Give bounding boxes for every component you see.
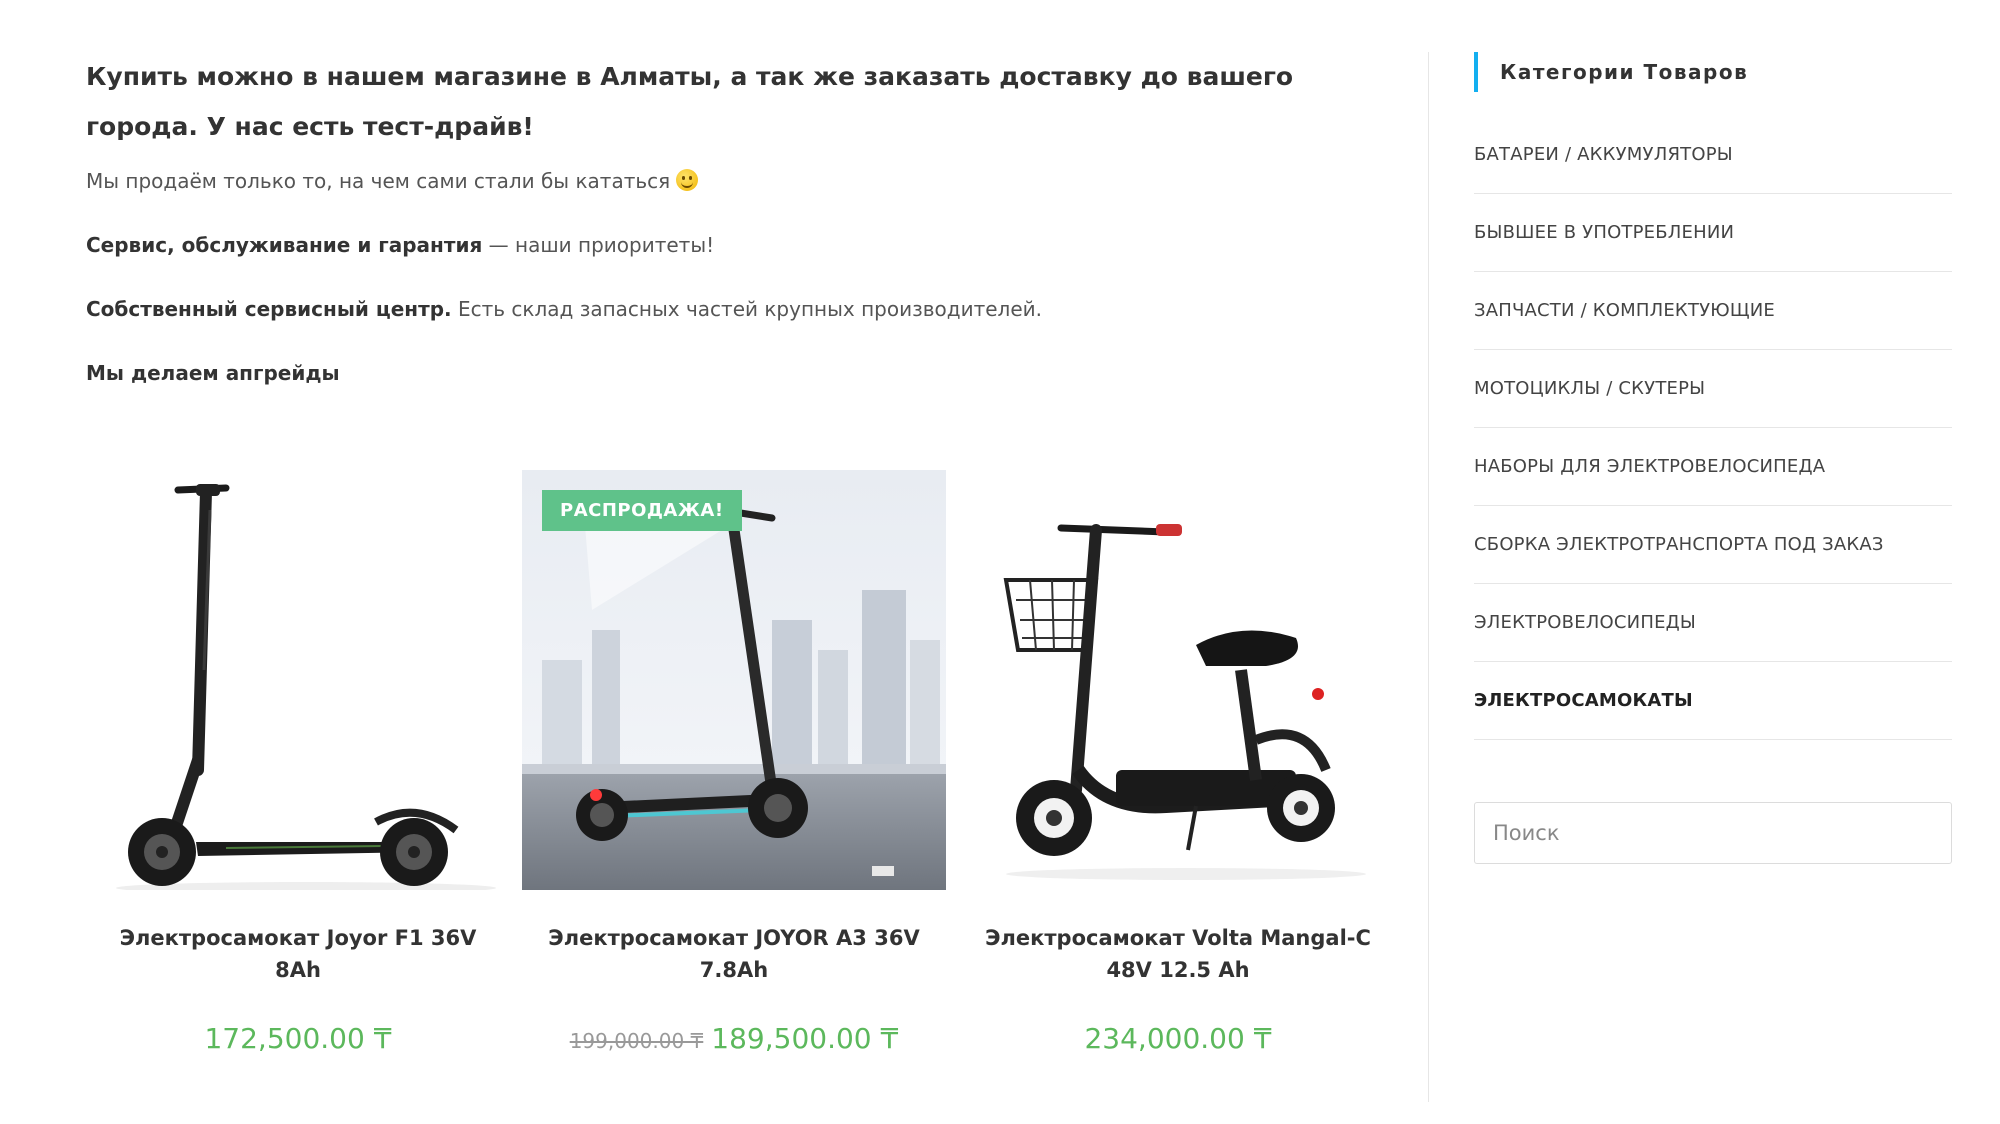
category-item-motorcycles[interactable]: МОТОЦИКЛЫ / СКУТЕРЫ (1474, 350, 1952, 428)
search-input[interactable] (1474, 802, 1952, 864)
product-card[interactable]: Электросамокат Volta Mangal-C 48V 12.5 A… (966, 470, 1390, 1055)
product-image-joyor-a3[interactable]: РАСПРОДАЖА! (522, 470, 946, 890)
intro-line-3: Собственный сервисный центр. Есть склад … (86, 296, 1386, 322)
category-item-ebikes[interactable]: ЭЛЕКТРОВЕЛОСИПЕДЫ (1474, 584, 1952, 662)
intro-line-2: Сервис, обслуживание и гарантия — наши п… (86, 232, 1386, 258)
old-price: 199,000.00 ₸ (569, 1029, 704, 1053)
category-item-used[interactable]: БЫВШЕЕ В УПОТРЕБЛЕНИИ (1474, 194, 1952, 272)
product-card[interactable]: РАСПРОДАЖА! Электросамокат JOYOR A3 36V … (522, 470, 946, 1055)
sidebar-title: Категории Товаров (1474, 52, 1952, 92)
product-title[interactable]: Электросамокат JOYOR A3 36V 7.8Ah (522, 922, 946, 986)
intro-line-3-bold: Собственный сервисный центр. (86, 297, 452, 321)
main-content: Купить можно в нашем магазине в Алматы, … (86, 52, 1386, 424)
intro-line-2-text: — наши приоритеты! (482, 233, 715, 257)
product-price: 234,000.00 ₸ (966, 1022, 1390, 1055)
product-image-joyor-f1[interactable] (86, 470, 510, 890)
sidebar: Категории Товаров БАТАРЕИ / АККУМУЛЯТОРЫ… (1474, 52, 1952, 864)
product-price: 172,500.00 ₸ (86, 1022, 510, 1055)
product-title[interactable]: Электросамокат Joyor F1 36V 8Ah (86, 922, 510, 986)
intro-line-4-bold: Мы делаем апгрейды (86, 361, 340, 385)
category-item-custom-build[interactable]: СБОРКА ЭЛЕКТРОТРАНСПОРТА ПОД ЗАКАЗ (1474, 506, 1952, 584)
seated-scooter-illustration (966, 470, 1390, 890)
intro-headline: Купить можно в нашем магазине в Алматы, … (86, 62, 1294, 141)
current-price: 172,500.00 ₸ (204, 1022, 392, 1055)
intro-line-1: Мы продаём только то, на чем сами стали … (86, 168, 1386, 194)
current-price: 234,000.00 ₸ (1084, 1022, 1272, 1055)
product-title[interactable]: Электросамокат Volta Mangal-C 48V 12.5 A… (966, 922, 1390, 986)
smiley-icon (676, 169, 699, 191)
product-image-volta-mangal[interactable] (966, 470, 1390, 890)
category-item-batteries[interactable]: БАТАРЕИ / АККУМУЛЯТОРЫ (1474, 116, 1952, 194)
current-price: 189,500.00 ₸ (711, 1022, 899, 1055)
category-list: БАТАРЕИ / АККУМУЛЯТОРЫ БЫВШЕЕ В УПОТРЕБЛ… (1474, 116, 1952, 740)
intro-line-3-text: Есть склад запасных частей крупных произ… (451, 297, 1042, 321)
category-item-ebike-kits[interactable]: НАБОРЫ ДЛЯ ЭЛЕКТРОВЕЛОСИПЕДА (1474, 428, 1952, 506)
product-price: 199,000.00 ₸ 189,500.00 ₸ (522, 1022, 946, 1055)
category-item-parts[interactable]: ЗАПЧАСТИ / КОМПЛЕКТУЮЩИЕ (1474, 272, 1952, 350)
scooter-illustration (86, 470, 510, 890)
sale-badge: РАСПРОДАЖА! (542, 490, 742, 531)
intro-line-2-bold: Сервис, обслуживание и гарантия (86, 233, 483, 257)
category-item-escooters[interactable]: ЭЛЕКТРОСАМОКАТЫ (1474, 662, 1952, 740)
intro-line-1-text: Мы продаём только то, на чем сами стали … (86, 169, 671, 193)
intro-line-4: Мы делаем апгрейды (86, 360, 1386, 386)
sidebar-divider (1428, 52, 1429, 1102)
scooter-city-illustration (522, 470, 946, 890)
product-card[interactable]: Электросамокат Joyor F1 36V 8Ah 172,500.… (86, 470, 510, 1055)
product-grid: Электросамокат Joyor F1 36V 8Ah 172,500.… (86, 470, 1390, 1090)
